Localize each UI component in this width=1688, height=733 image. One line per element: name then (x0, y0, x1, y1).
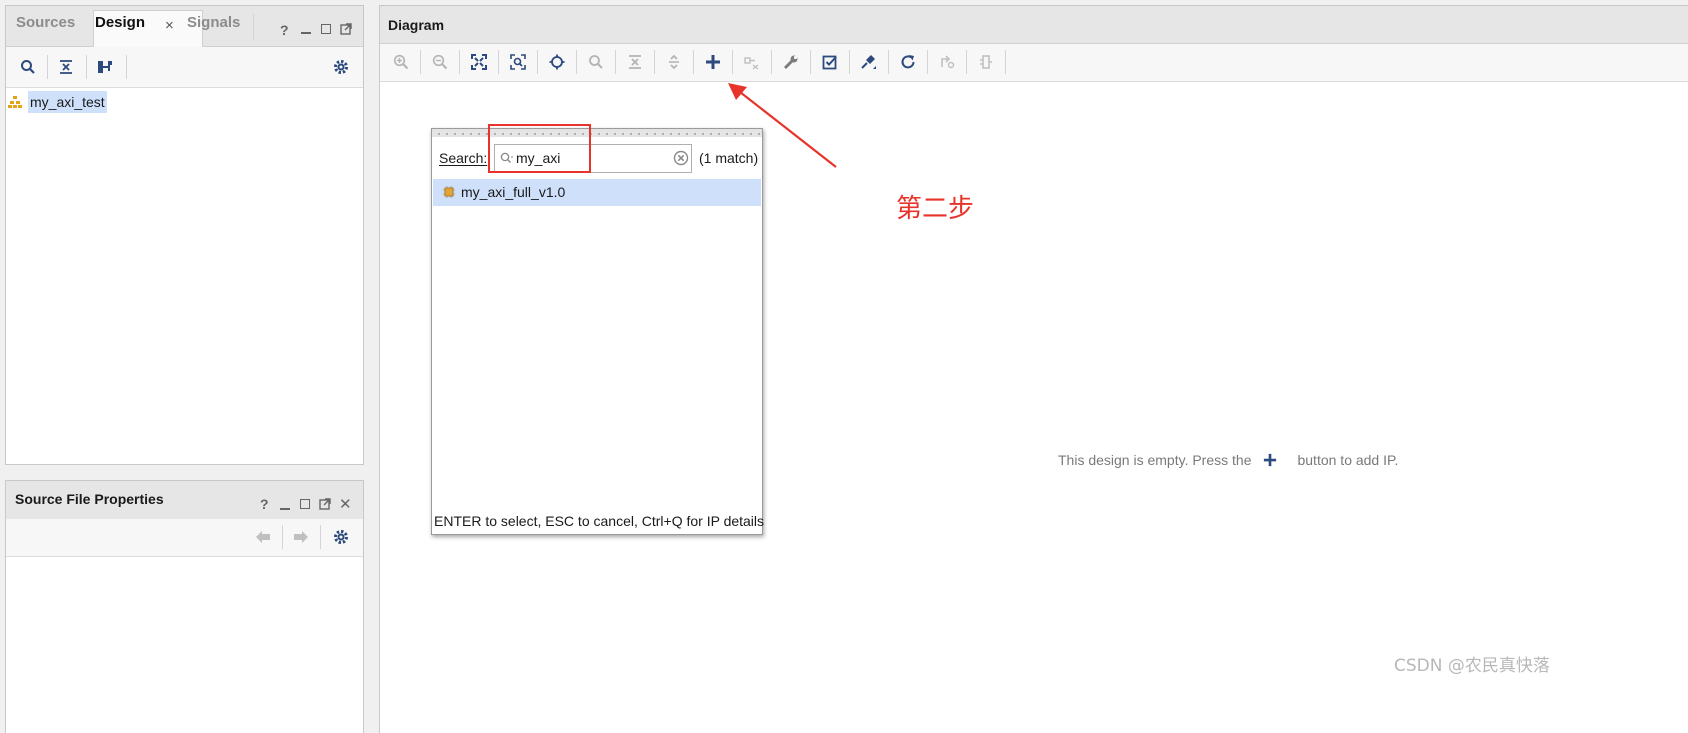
properties-title: Source File Properties (15, 491, 164, 507)
expand-all-icon (661, 49, 687, 75)
watermark: CSDN @农民真快落 (1394, 656, 1550, 676)
add-ip-icon[interactable] (700, 49, 726, 75)
zoom-in-icon[interactable] (388, 49, 414, 75)
center-target-icon[interactable] (544, 49, 570, 75)
hierarchy-icon (8, 96, 22, 108)
help-button[interactable]: ? (260, 496, 269, 512)
toolbar-separator (732, 50, 733, 74)
ip-result-item[interactable]: my_axi_full_v1.0 (433, 179, 761, 206)
search-icon (583, 49, 609, 75)
toolbar-separator (576, 50, 577, 74)
empty-design-message: This design is empty. Press the button t… (1058, 452, 1398, 468)
tree-item-label: my_axi_test (28, 91, 107, 113)
maximize-icon[interactable] (321, 24, 331, 34)
toolbar-separator (888, 50, 889, 74)
toolbar-separator (927, 50, 928, 74)
sources-design-panel: Sources Design × Signals ? my_axi_test (5, 5, 364, 465)
tab-signals[interactable]: Signals (187, 14, 240, 31)
highlight-box (488, 124, 591, 173)
regenerate-layout-icon (934, 49, 960, 75)
toolbar-separator (1005, 50, 1006, 74)
diagram-title: Diagram (388, 17, 445, 33)
toolbar-separator (126, 55, 127, 79)
tab-design[interactable]: Design (95, 14, 145, 31)
block-icon (973, 49, 999, 75)
ip-result-label: my_axi_full_v1.0 (461, 184, 566, 200)
toolbar-separator (849, 50, 850, 74)
empty-message-text: button to add IP. (1297, 452, 1399, 468)
diagram-toolbar (380, 44, 1688, 82)
refresh-icon[interactable] (895, 49, 921, 75)
tree-item[interactable]: my_axi_test (8, 90, 107, 114)
toolbar-separator (420, 50, 421, 74)
search-label: Search: (439, 150, 488, 166)
ip-search-popup: Search: my_axi (1 match) my_axi_full_v1.… (431, 128, 765, 535)
annotation-arrow (728, 83, 837, 168)
validate-icon[interactable] (817, 49, 843, 75)
design-tree: my_axi_test (6, 88, 363, 464)
float-icon[interactable] (340, 23, 352, 35)
toolbar-separator (771, 50, 772, 74)
toolbar-separator (966, 50, 967, 74)
properties-header: Source File Properties ? ✕ (6, 481, 363, 520)
maximize-icon[interactable] (300, 499, 310, 509)
forward-arrow-icon (288, 524, 314, 550)
minimize-icon[interactable] (280, 508, 290, 510)
ip-chip-icon (442, 185, 456, 199)
toolbar-separator (47, 55, 48, 79)
collapse-all-icon[interactable] (53, 54, 79, 80)
source-file-properties-panel: Source File Properties ? ✕ (5, 480, 364, 733)
back-arrow-icon (250, 524, 276, 550)
clear-search-icon[interactable] (673, 150, 689, 166)
tab-sources[interactable]: Sources (16, 14, 75, 31)
settings-gear-icon[interactable] (328, 54, 354, 80)
zoom-out-icon[interactable] (427, 49, 453, 75)
close-icon[interactable]: ✕ (339, 495, 352, 513)
collapse-all-icon (622, 49, 648, 75)
float-icon[interactable] (319, 498, 331, 510)
toolbar-separator (693, 50, 694, 74)
tab-close-icon[interactable]: × (165, 17, 174, 34)
zoom-area-icon[interactable] (505, 49, 531, 75)
toolbar-separator (654, 50, 655, 74)
settings-gear-icon[interactable] (328, 524, 354, 550)
toolbar-separator (537, 50, 538, 74)
toolbar-separator (498, 50, 499, 74)
wrench-icon[interactable] (778, 49, 804, 75)
diagram-header: Diagram (380, 6, 1688, 44)
add-ip-inline-icon[interactable] (1263, 453, 1277, 467)
toolbar-separator (615, 50, 616, 74)
popup-footer-hint: ENTER to select, ESC to cancel, Ctrl+Q f… (434, 513, 765, 529)
toolbar-separator (86, 55, 87, 79)
empty-message-text: This design is empty. Press the (1058, 452, 1252, 468)
tab-divider (253, 14, 254, 40)
panel-tab-bar: Sources Design × Signals ? (6, 6, 363, 48)
properties-toolbar (6, 519, 363, 557)
popup-drag-handle[interactable] (432, 129, 762, 137)
toolbar-separator (320, 525, 321, 549)
toolbar-separator (459, 50, 460, 74)
step-annotation-label: 第二步 (896, 194, 975, 224)
minimize-icon[interactable] (301, 32, 311, 34)
toolbar-separator (810, 50, 811, 74)
run-connection-icon (739, 49, 765, 75)
design-toolbar (6, 47, 363, 88)
help-button[interactable]: ? (280, 22, 289, 38)
hierarchy-update-icon[interactable] (92, 54, 118, 80)
toolbar-separator (282, 525, 283, 549)
fit-view-icon[interactable] (466, 49, 492, 75)
pin-icon[interactable] (856, 49, 882, 75)
search-icon[interactable] (15, 54, 41, 80)
